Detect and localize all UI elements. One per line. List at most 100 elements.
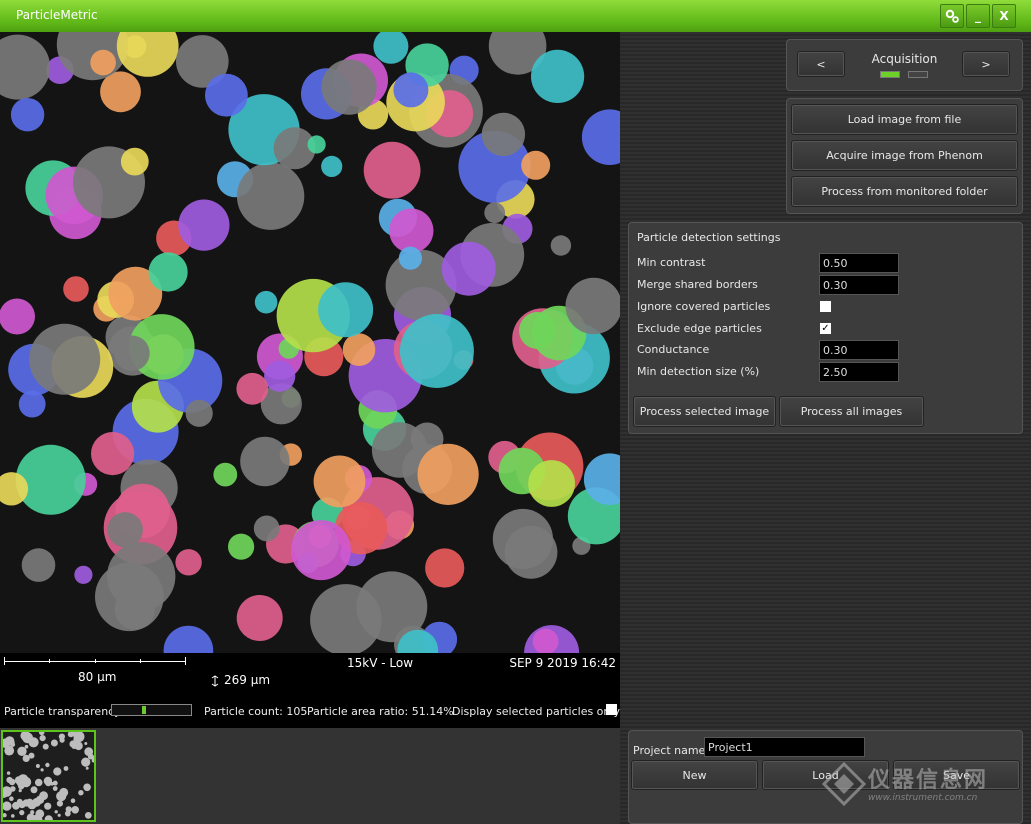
thumbnail-particle <box>64 810 71 817</box>
thumbnail-particle <box>42 743 49 750</box>
minimize-button[interactable]: _ <box>966 4 990 28</box>
thumbnail-particle <box>58 733 65 740</box>
particle <box>481 112 526 157</box>
acquire-image-button[interactable]: Acquire image from Phenom <box>791 140 1018 171</box>
particle <box>116 32 179 77</box>
thumbnail-particle <box>74 741 83 751</box>
thumbnail-image <box>3 732 94 820</box>
transparency-slider-thumb[interactable] <box>142 706 146 714</box>
particle <box>264 360 296 392</box>
particle <box>114 335 150 371</box>
thumbnail-particle <box>71 806 79 814</box>
exclude-edge-label: Exclude edge particles <box>637 322 762 335</box>
particle <box>417 443 479 505</box>
thumbnail-particle <box>8 778 16 786</box>
particle <box>425 548 465 588</box>
thumbnail-particle <box>18 783 25 790</box>
thumbnail-particle <box>44 802 52 810</box>
particle <box>10 98 45 132</box>
field-width-value: 269 µm <box>224 673 271 687</box>
particle <box>74 565 93 584</box>
particle <box>185 399 213 427</box>
particle <box>228 533 255 560</box>
thumbnail-particle <box>50 782 54 786</box>
display-selected-checkbox[interactable] <box>606 704 617 715</box>
particle <box>342 333 376 367</box>
settings-button[interactable] <box>940 4 964 28</box>
display-selected-label: Display selected particles only <box>452 705 620 718</box>
transparency-slider[interactable] <box>111 704 192 716</box>
image-source-panel: Load image from file Acquire image from … <box>786 98 1023 214</box>
acquisition-next-button[interactable]: > <box>962 51 1010 77</box>
project-name-input[interactable]: Project1 <box>704 737 865 757</box>
min-size-input[interactable]: 2.50 <box>819 362 899 382</box>
thumbnail-particle <box>56 791 67 802</box>
process-all-button[interactable]: Process all images <box>779 396 924 427</box>
particle <box>254 290 278 314</box>
particle <box>310 584 382 653</box>
acquisition-datetime: SEP 9 2019 16:42 <box>509 656 616 670</box>
particle <box>15 444 86 515</box>
conductance-input[interactable]: 0.30 <box>819 340 899 360</box>
close-button[interactable]: X <box>992 4 1016 28</box>
particle <box>313 455 366 508</box>
exclude-edge-checkbox[interactable]: ✓ <box>820 323 831 334</box>
title-bar: ParticleMetric _ X <box>0 0 1031 32</box>
thumbnail-particle <box>28 752 35 759</box>
particle <box>550 235 572 256</box>
particle <box>253 515 280 542</box>
particle <box>236 162 305 230</box>
thumbnail-particle <box>28 737 39 748</box>
particle <box>236 595 283 641</box>
thumbnail-particle <box>3 801 12 811</box>
thumbnail-particle <box>19 810 25 816</box>
particle <box>0 298 35 335</box>
particle <box>21 548 56 582</box>
particle <box>120 147 149 176</box>
particle <box>63 276 89 302</box>
monitored-folder-button[interactable]: Process from monitored folder <box>791 176 1018 207</box>
load-image-button[interactable]: Load image from file <box>791 104 1018 135</box>
thumbnail-particle <box>18 789 22 793</box>
thumbnail-particle <box>50 739 58 747</box>
image-thumbnail[interactable] <box>1 730 96 822</box>
thumbnail-particle <box>40 768 44 772</box>
particle <box>0 34 51 100</box>
step-indicator-1 <box>880 71 900 78</box>
particle-image[interactable] <box>0 32 620 653</box>
thumbnail-particle <box>35 809 45 819</box>
min-size-label: Min detection size (%) <box>637 365 760 378</box>
thumbnail-particle <box>67 732 74 738</box>
particle <box>389 208 434 253</box>
image-thumbnail-strip <box>0 728 620 824</box>
thumbnail-particle <box>56 800 64 807</box>
new-project-button[interactable]: New <box>631 760 758 790</box>
particle <box>236 372 269 405</box>
process-selected-button[interactable]: Process selected image <box>633 396 776 427</box>
particle <box>178 199 230 251</box>
particle <box>399 314 474 388</box>
merge-borders-input[interactable]: 0.30 <box>819 275 899 295</box>
particle <box>175 549 202 576</box>
particlemetric-window: ParticleMetric _ X 80 µm 269 µm 15kV - L… <box>0 0 1031 824</box>
particle <box>107 542 176 611</box>
image-info-bar: 80 µm 269 µm 15kV - Low SEP 9 2019 16:42 <box>0 653 620 698</box>
thumbnail-particle <box>84 812 92 819</box>
step-indicator-2 <box>908 71 928 78</box>
detection-settings-title: Particle detection settings <box>637 231 781 244</box>
particle-count: Particle count: 105 <box>204 705 308 718</box>
particle <box>441 241 496 296</box>
particle <box>307 135 326 154</box>
thumbnail-particle <box>85 766 89 770</box>
min-contrast-input[interactable]: 0.50 <box>819 253 899 273</box>
thumbnail-particle <box>35 764 40 768</box>
field-width-icon <box>211 675 219 687</box>
min-contrast-label: Min contrast <box>637 256 706 269</box>
particle <box>107 512 143 548</box>
ignore-covered-checkbox[interactable] <box>820 301 831 312</box>
particle <box>213 462 238 487</box>
micrograph-view[interactable] <box>0 32 620 653</box>
watermark-logo-icon <box>822 762 866 806</box>
thumbnail-particle <box>57 813 61 817</box>
thumbnail-particle <box>9 796 14 801</box>
